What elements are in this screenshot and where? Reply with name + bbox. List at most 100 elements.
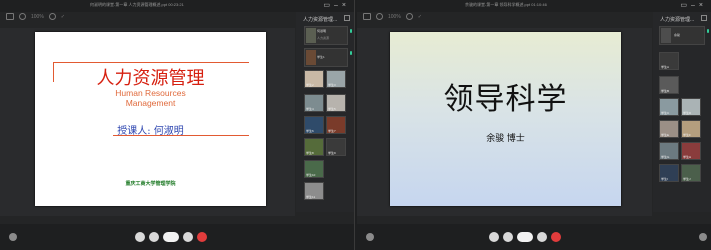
english-line-2: Management [125,98,176,108]
participant-tile[interactable]: 何淑明 人力资源 [304,26,352,45]
participant-tile[interactable]: 学生2 [304,70,324,88]
slide-school: 重庆工商大学管理学院 [125,181,176,187]
speaker-icon[interactable] [183,232,193,242]
participant-name: 学生A [661,65,670,69]
participant-tile[interactable]: 学生9 [326,138,346,156]
speaker-icon[interactable] [537,232,547,242]
participant-name: 学生B [661,89,670,93]
participant-tile[interactable]: 学生H [681,142,701,160]
zoom-in-icon[interactable] [48,13,56,20]
expand-icon[interactable] [701,15,707,21]
participant-name: 学生G [661,155,670,159]
participant-tile[interactable]: 学生A [659,52,679,70]
slide-toolbar: 100% ✓ [6,13,65,20]
participant-name: 学生8 [306,151,314,155]
participant-name: 学生6 [306,129,314,133]
participant-tile[interactable]: 学生6 [304,116,324,134]
title-bar: 余骏的课堂-第一章 领导科学概述.ppt 01:10:46 ▭–× [357,0,711,12]
call-controls [135,232,207,242]
call-controls [489,232,561,242]
current-slide: 领导科学 余骏 博士 [390,32,621,206]
participant-tile[interactable]: 学生11 [304,182,324,200]
participant-tile[interactable]: 学生4 [304,94,324,112]
participant-tile[interactable]: 学生5 [326,94,346,112]
participant-name: 学生10 [306,173,316,177]
participant-tile[interactable]: 学生D [681,98,701,116]
slide-english-title: Human Resources Management [35,88,266,108]
participant-name: 学生I [661,177,668,181]
check-icon[interactable]: ✓ [418,14,422,20]
end-call-button[interactable] [551,232,561,242]
slide-title: 人力资源管理 [96,68,205,89]
participant-name: 学生C [661,111,670,115]
zoom-in-icon[interactable] [405,13,413,20]
camera-icon[interactable] [489,232,499,242]
participant-name: 学生11 [306,195,316,199]
participant-panel: 人力资源管理... 余骏 学生A 学生B 学生C 学生D 学生E 学生F 学生G [653,12,711,212]
participant-name: 学生H [683,155,692,159]
window-title: 何淑明的课堂-第一章 人力资源管理概述.ppt 00:23:21 [90,2,184,7]
participant-name: 学生E [661,133,670,137]
participant-tile[interactable]: 学生C [659,98,679,116]
zoom-level: 100% [388,13,401,20]
participant-name: 学生4 [306,107,314,111]
participant-name: 学生F [683,133,691,137]
participant-name: 学生2 [306,83,314,87]
right-classroom-window: 余骏的课堂-第一章 领导科学概述.ppt 01:10:46 ▭–× 100% ✓… [357,0,711,250]
window-controls[interactable]: ▭–× [323,1,350,9]
mic-icon [350,51,352,55]
zoom-out-icon[interactable] [376,13,383,20]
participant-name: 余骏 [674,33,681,37]
participant-tile[interactable]: 学生10 [304,160,324,178]
zoom-out-icon[interactable] [19,13,26,20]
participant-tile[interactable]: 学生J [681,164,701,182]
slide-speaker: 余骏 博士 [486,133,525,143]
zoom-level: 100% [31,13,44,20]
participant-tile[interactable]: 余骏 [659,26,709,45]
check-icon[interactable]: ✓ [61,14,65,20]
participant-panel: 人力资源管理... 何淑明 人力资源 学生1 学生2 学生3 学生4 学生5 学… [296,12,354,212]
participant-name: 学生5 [328,107,336,111]
settings-icon[interactable] [699,233,707,241]
avatar [661,28,671,43]
participant-name: 学生3 [328,83,336,87]
participant-name: 何淑明 [317,29,327,33]
title-bar: 何淑明的课堂-第一章 人力资源管理概述.ppt 00:23:21 ▭–× [0,0,354,12]
microphone-button[interactable] [517,232,533,242]
participant-name: 学生7 [328,129,336,133]
sidebar-toggle-icon[interactable] [6,13,14,20]
participant-tile[interactable]: 学生F [681,120,701,138]
bottom-bar [0,224,354,250]
user-icon[interactable] [9,233,17,241]
screen-share-icon[interactable] [149,232,159,242]
participant-tile[interactable]: 学生3 [326,70,346,88]
english-line-1: Human Resources [115,88,186,98]
participant-tile[interactable]: 学生8 [304,138,324,156]
panel-title: 人力资源管理... [660,17,695,23]
participant-tile[interactable]: 学生7 [326,116,346,134]
presentation-stage: 人力资源管理 Human Resources Management 授课人: 何… [0,28,295,216]
participant-tile[interactable]: 学生1 [304,48,352,67]
participant-tile[interactable]: 学生E [659,120,679,138]
decorative-line [53,62,249,63]
sidebar-toggle-icon[interactable] [363,13,371,20]
slide-toolbar: 100% ✓ [363,13,422,20]
slide-title: 领导科学 [443,83,568,116]
expand-icon[interactable] [344,15,350,21]
participant-tile[interactable]: 学生I [659,164,679,182]
microphone-button[interactable] [163,232,179,242]
window-controls[interactable]: ▭–× [680,1,707,9]
bottom-bar [357,224,711,250]
participant-name: 学生9 [328,151,336,155]
participant-name: 学生1 [317,55,325,59]
user-icon[interactable] [366,233,374,241]
window-title: 余骏的课堂-第一章 领导科学概述.ppt 01:10:46 [465,2,547,7]
participant-name: 学生J [683,177,691,181]
camera-icon[interactable] [135,232,145,242]
end-call-button[interactable] [197,232,207,242]
screen-share-icon[interactable] [503,232,513,242]
left-classroom-window: 何淑明的课堂-第一章 人力资源管理概述.ppt 00:23:21 ▭–× 100… [0,0,355,250]
participant-tile[interactable]: 学生G [659,142,679,160]
current-slide: 人力资源管理 Human Resources Management 授课人: 何… [35,32,266,206]
participant-tile[interactable]: 学生B [659,76,679,94]
